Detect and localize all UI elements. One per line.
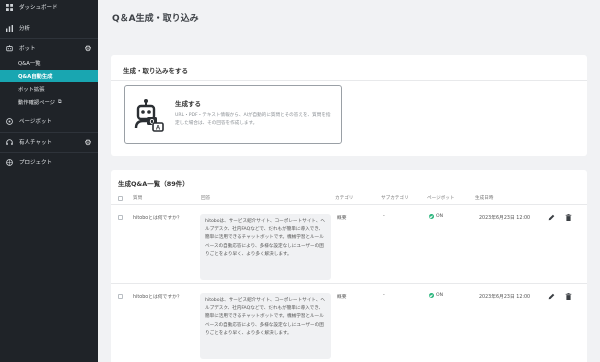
divider <box>0 152 98 153</box>
column-header-pagebot: ページボット <box>427 196 455 201</box>
check-circle-icon <box>429 293 434 298</box>
row-checkbox[interactable] <box>118 294 123 299</box>
edit-icon[interactable] <box>547 213 556 222</box>
divider <box>0 132 98 133</box>
row-checkbox[interactable] <box>118 215 123 220</box>
pagebot-status-label: ON <box>436 293 444 298</box>
column-header-question: 質問 <box>133 196 143 201</box>
robot-qa-icon: Q A <box>133 98 169 134</box>
project-icon <box>6 158 13 166</box>
generate-card-title: 生成・取り込みをする <box>123 67 188 75</box>
pagebot-status-label: ON <box>436 214 444 219</box>
column-header-category: カテゴリ <box>335 196 354 201</box>
generate-option-title: 生成する <box>175 100 201 108</box>
sidebar-item-label: ボット <box>19 46 36 52</box>
sidebar-subitem-label: Q&A自動生成 <box>18 74 53 80</box>
column-header-answer: 回答 <box>201 196 211 201</box>
sidebar-subitem-qa-list[interactable]: Q&A一覧 <box>0 57 98 69</box>
category-cell: 概要 <box>337 216 347 221</box>
sidebar-item-label: ページボット <box>19 119 52 125</box>
main-content: Q＆A生成・取り込み 生成・取り込みをする Q A 生成する URL・PDF・テ… <box>98 0 600 362</box>
sidebar-item-label: 有人チャット <box>19 140 52 146</box>
question-cell: hitoboとは何ですか？ <box>133 216 182 221</box>
column-header-subcategory: サブカテゴリ <box>381 196 409 201</box>
column-header-created: 生成日時 <box>475 196 494 201</box>
pagebot-status: ON <box>429 214 443 219</box>
divider <box>111 80 587 81</box>
dashboard-icon <box>6 3 13 11</box>
delete-icon[interactable] <box>564 213 573 222</box>
sidebar-subitem-qa-autogen[interactable]: Q&A自動生成 <box>0 70 98 82</box>
check-circle-icon <box>429 214 434 219</box>
sidebar-item-label: ダッシュボード <box>19 5 58 11</box>
page-bot-icon <box>6 117 13 125</box>
sidebar-subitem-bot-extension[interactable]: ボット拡張 <box>0 83 98 95</box>
divider <box>0 38 98 39</box>
headset-icon <box>6 138 13 146</box>
page-title: Q＆A生成・取り込み <box>112 14 199 24</box>
external-link-icon: ⧉ <box>57 99 62 105</box>
delete-icon[interactable] <box>564 292 573 301</box>
generate-option-description: URL・PDF・テキスト情報から、AIが自動的に質問とその答えを、質問を指定した… <box>175 113 331 126</box>
table-header: 質問 回答 カテゴリ サブカテゴリ ページボット 生成日時 <box>111 193 587 205</box>
edit-icon[interactable] <box>547 292 556 301</box>
generate-option-button[interactable]: Q A 生成する URL・PDF・テキスト情報から、AIが自動的に質問とその答え… <box>124 85 342 144</box>
gear-icon[interactable]: ⚙ <box>83 137 93 147</box>
sidebar-subitem-label: 動作確認ページ <box>18 100 55 106</box>
answer-cell: hitoboは、サービス紹介サイト、コーポレートサイト、ヘルプデスク、社内FAQ… <box>200 214 331 280</box>
chart-icon <box>6 24 13 32</box>
gear-icon[interactable]: ⚙ <box>83 43 93 53</box>
answer-cell: hitoboは、サービス紹介サイト、コーポレートサイト、ヘルプデスク、社内FAQ… <box>200 293 331 359</box>
sidebar-subitem-label: Q&A一覧 <box>18 61 41 67</box>
sidebar-subitem-test-page[interactable]: 動作確認ページ ⧉ <box>0 96 98 108</box>
created-cell: 2023年6月23日 12:00 <box>479 295 531 300</box>
sidebar-item-dashboard[interactable]: ダッシュボード <box>0 0 98 14</box>
question-cell: hitoboとは何ですか？ <box>133 295 182 300</box>
sidebar-item-bot[interactable]: ボット ⚙ <box>0 41 98 55</box>
svg-text:A: A <box>156 125 161 131</box>
created-cell: 2023年6月23日 12:00 <box>479 216 531 221</box>
table-row: hitoboとは何ですか？ hitoboは、サービス紹介サイト、コーポレートサイ… <box>111 285 587 362</box>
sidebar-item-project[interactable]: プロジェクト <box>0 155 98 169</box>
subcategory-cell: - <box>383 214 385 219</box>
sidebar-item-page-bot[interactable]: ページボット <box>0 114 98 128</box>
table-row: hitoboとは何ですか？ hitoboは、サービス紹介サイト、コーポレートサイ… <box>111 206 587 284</box>
sidebar: ダッシュボード 分析 ボット ⚙ Q&A一覧 Q&A自動生成 ボット拡張 動作確… <box>0 0 98 362</box>
generated-qa-list-card: 生成Q&A一覧（89件） 質問 回答 カテゴリ サブカテゴリ ページボット 生成… <box>111 170 587 362</box>
sidebar-item-label: プロジェクト <box>19 160 53 166</box>
bot-icon <box>6 45 13 52</box>
select-all-checkbox[interactable] <box>118 196 123 201</box>
sidebar-item-live-chat[interactable]: 有人チャット ⚙ <box>0 135 98 149</box>
sidebar-subitem-label: ボット拡張 <box>18 87 45 93</box>
subcategory-cell: - <box>383 293 385 298</box>
pagebot-status: ON <box>429 293 443 298</box>
category-cell: 概要 <box>337 295 347 300</box>
qa-list-title: 生成Q&A一覧（89件） <box>118 180 189 188</box>
sidebar-item-label: 分析 <box>19 26 31 32</box>
sidebar-item-analytics[interactable]: 分析 <box>0 21 98 35</box>
generate-card: 生成・取り込みをする Q A 生成する URL・PDF・テキスト情報から、AIが… <box>111 55 587 156</box>
